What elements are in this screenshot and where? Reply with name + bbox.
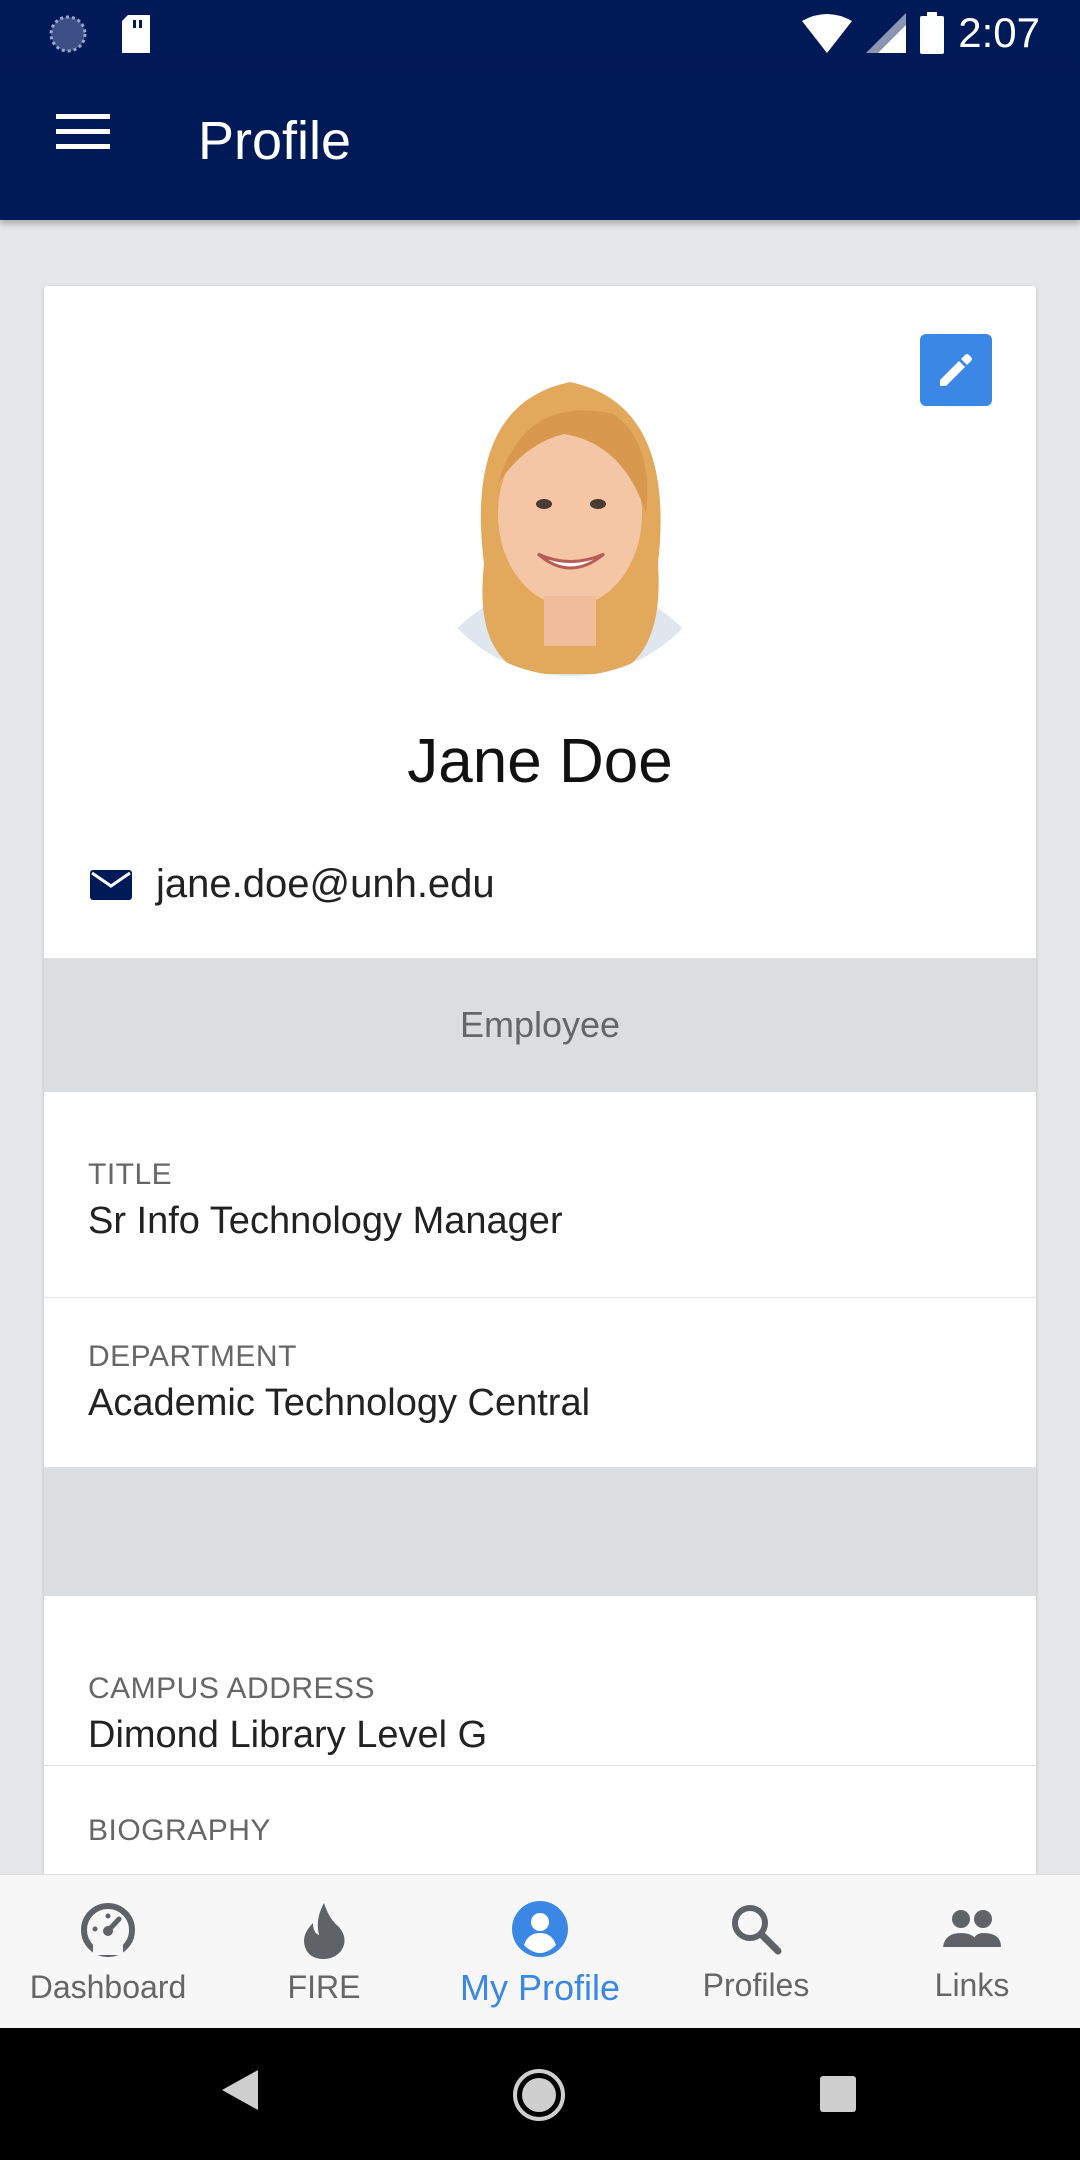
department-field: DEPARTMENT Academic Technology Central — [44, 1298, 1036, 1468]
nav-dashboard-label: Dashboard — [29, 1969, 187, 2005]
status-bar: 2:07 — [0, 0, 1080, 66]
envelope-icon — [90, 869, 132, 900]
department-label: DEPARTMENT — [88, 1340, 297, 1373]
nav-fire[interactable]: FIRE — [216, 1875, 432, 2028]
section-divider-band — [44, 1468, 1036, 1596]
campus-address-field: CAMPUS ADDRESS Dimond Library Level G — [44, 1596, 1036, 1766]
people-icon — [943, 1910, 1001, 1947]
affiliation-label: Employee — [459, 1004, 621, 1045]
system-recents-button[interactable] — [820, 2076, 856, 2117]
recents-square-icon — [820, 2076, 856, 2112]
sync-indicator-icon — [49, 15, 87, 53]
sd-card-icon — [122, 15, 150, 53]
system-home-button[interactable] — [512, 2068, 566, 2127]
nav-my-profile-label: My Profile — [459, 1967, 621, 2008]
wifi-icon — [802, 14, 853, 53]
flame-icon — [304, 1903, 345, 1959]
app-bar: Profile — [0, 66, 1080, 220]
hamburger-menu-icon — [56, 114, 110, 149]
nav-links-label: Links — [934, 1967, 1010, 2003]
system-back-button[interactable] — [222, 2070, 258, 2115]
campus-address-label: CAMPUS ADDRESS — [88, 1672, 376, 1705]
bottom-navigation: Dashboard FIRE My Profile Profiles Links — [0, 1874, 1080, 2028]
campus-address-value: Dimond Library Level G — [88, 1714, 488, 1756]
profile-photo — [414, 364, 726, 676]
avatar[interactable] — [414, 364, 726, 676]
search-icon — [732, 1905, 782, 1955]
cell-signal-icon — [866, 13, 907, 53]
page-title: Profile — [198, 111, 352, 171]
pencil-icon — [940, 354, 972, 386]
nav-fire-label: FIRE — [287, 1969, 361, 2005]
department-value: Academic Technology Central — [88, 1382, 591, 1424]
battery-icon — [920, 12, 945, 54]
status-time: 2:07 — [958, 9, 1040, 56]
email-link[interactable]: jane.doe@unh.edu — [156, 862, 495, 907]
nav-profiles-label: Profiles — [702, 1967, 810, 2003]
nav-profiles[interactable]: Profiles — [648, 1875, 864, 2028]
edit-profile-button[interactable] — [920, 334, 992, 406]
title-value: Sr Info Technology Manager — [88, 1200, 563, 1242]
title-label: TITLE — [88, 1158, 173, 1191]
home-circle-icon — [513, 2069, 565, 2121]
menu-button[interactable] — [56, 112, 120, 172]
email-row[interactable]: jane.doe@unh.edu — [90, 862, 495, 907]
nav-links[interactable]: Links — [864, 1875, 1080, 2028]
speedometer-icon — [81, 1903, 135, 1957]
biography-label: BIOGRAPHY — [88, 1814, 271, 1847]
profile-name: Jane Doe — [407, 727, 673, 796]
profile-card: Jane Doe jane.doe@unh.edu Employee TITLE… — [44, 286, 1036, 1876]
account-circle-icon — [512, 1901, 568, 1957]
nav-dashboard[interactable]: Dashboard — [0, 1875, 216, 2028]
nav-my-profile[interactable]: My Profile — [432, 1875, 648, 2028]
system-navigation-bar — [0, 2028, 1080, 2160]
biography-field: BIOGRAPHY — [44, 1766, 1036, 1876]
title-field: TITLE Sr Info Technology Manager — [44, 1092, 1036, 1298]
affiliation-band: Employee — [44, 958, 1036, 1092]
back-triangle-icon — [222, 2070, 258, 2110]
